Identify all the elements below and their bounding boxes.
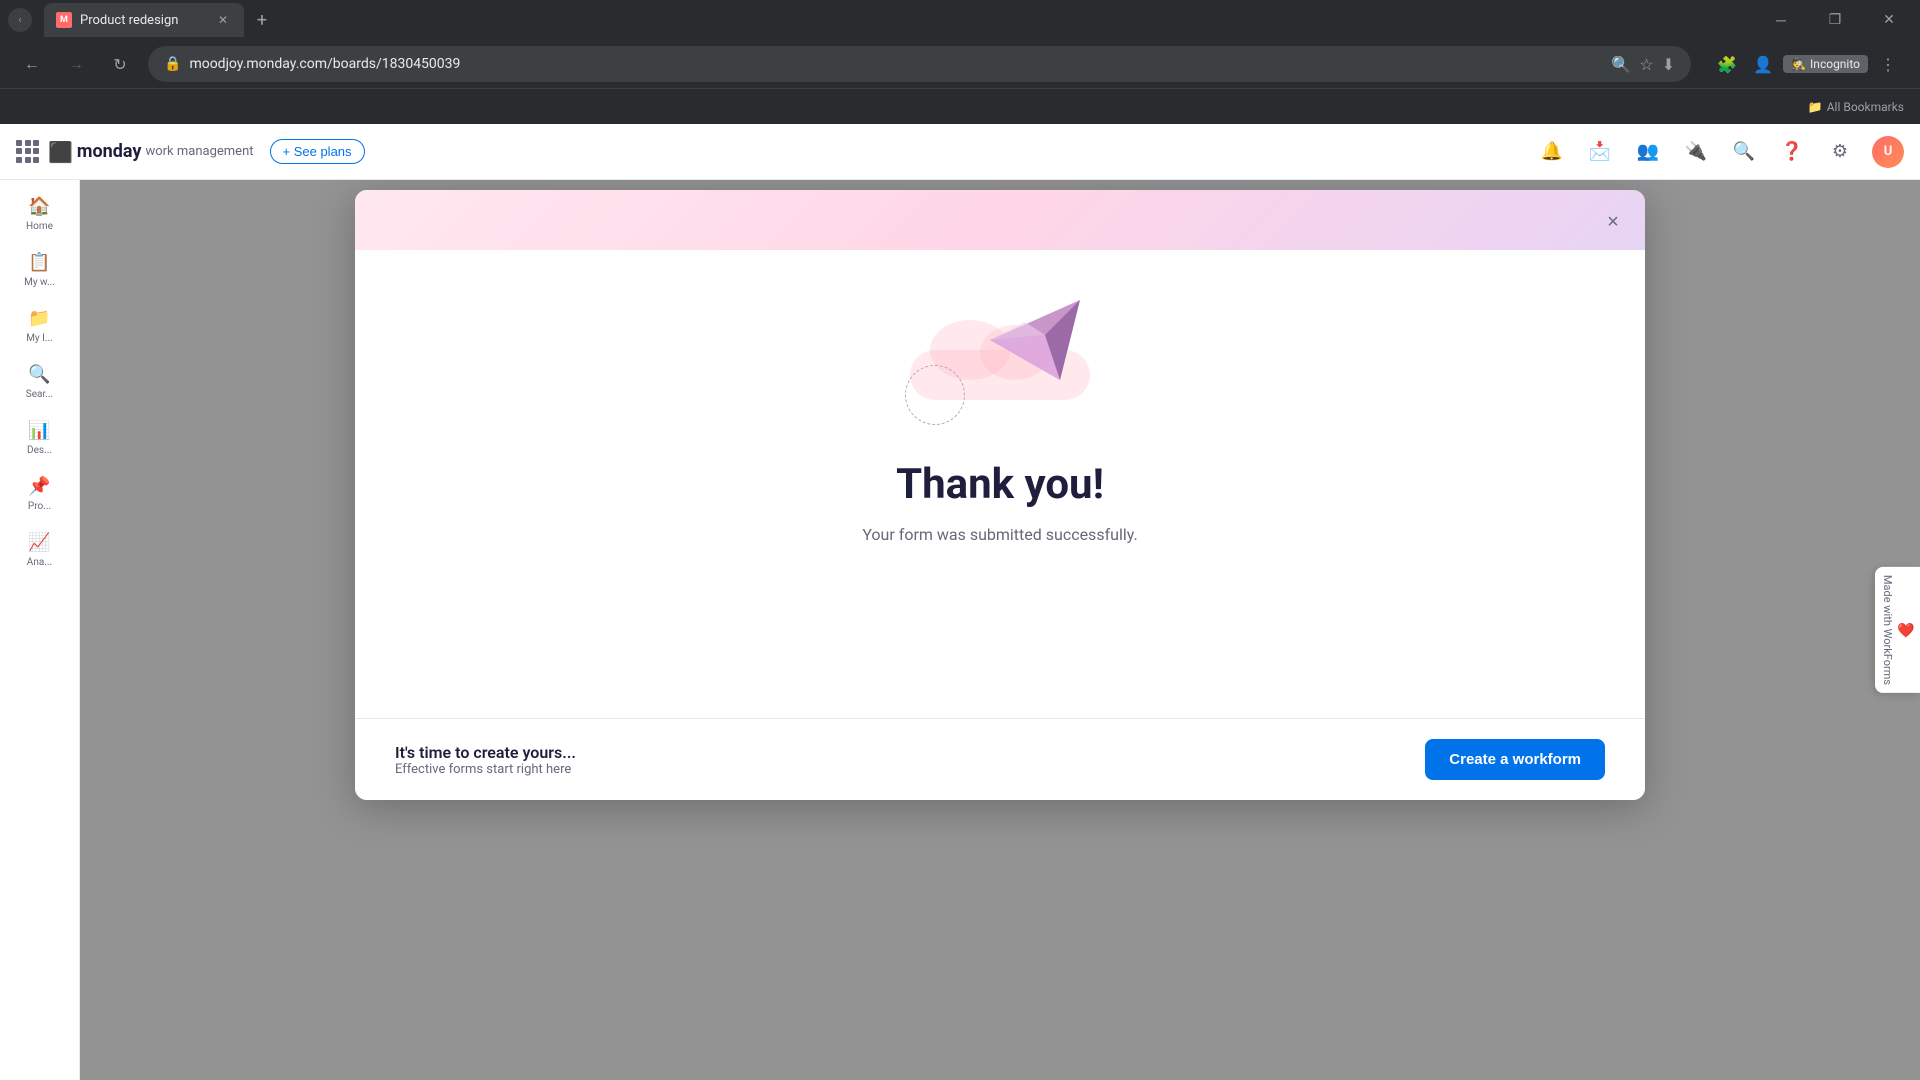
bookmarks-bar: 📁 All Bookmarks <box>0 88 1920 124</box>
active-tab[interactable]: M Product redesign ✕ <box>44 3 244 37</box>
back-button[interactable]: ← <box>16 48 48 80</box>
sidebar-item-home[interactable]: 🏠 Home <box>4 188 75 240</box>
modal-overlay: × <box>80 180 1920 1080</box>
search-button[interactable]: 🔍 <box>1728 136 1760 168</box>
sidebar-item-myitems-label: My I... <box>26 333 53 344</box>
close-button[interactable]: ✕ <box>1866 0 1912 40</box>
home-icon: 🏠 <box>28 196 50 217</box>
download-icon[interactable]: ⬇ <box>1662 55 1675 74</box>
new-tab-button[interactable]: + <box>248 6 276 34</box>
tab-favicon: M <box>56 12 72 28</box>
tab-close-button[interactable]: ✕ <box>214 11 232 29</box>
notifications-button[interactable]: 🔔 <box>1536 136 1568 168</box>
project-icon: 📌 <box>28 476 50 497</box>
see-plans-button[interactable]: + See plans <box>270 139 365 164</box>
cta-subtext: Effective forms start right here <box>395 762 576 777</box>
minimize-button[interactable]: ─ <box>1758 0 1804 40</box>
submitted-text: Your form was submitted successfully. <box>862 525 1137 544</box>
search-nav-icon: 🔍 <box>28 364 50 385</box>
extensions-button[interactable]: 🧩 <box>1711 48 1743 80</box>
cta-heading: It's time to create yours... <box>395 743 576 762</box>
address-bar: ← → ↻ 🔒 moodjoy.monday.com/boards/183045… <box>0 40 1920 88</box>
url-icons: 🔍 ☆ ⬇ <box>1611 55 1675 74</box>
monday-topbar: ⬛ monday work management + See plans 🔔 📩… <box>0 124 1920 180</box>
mywork-icon: 📋 <box>28 252 50 273</box>
tab-title: Product redesign <box>80 13 178 28</box>
sidebar: 🏠 Home 📋 My w... 📁 My I... 🔍 Sear... 📊 D… <box>0 180 80 1080</box>
bookmarks-folder-icon: 📁 <box>1808 100 1823 114</box>
monday-subtype: work management <box>145 144 253 159</box>
sidebar-item-mywork-label: My w... <box>24 277 55 288</box>
modal-close-button[interactable]: × <box>1597 206 1629 238</box>
paper-plane-svg <box>980 280 1100 400</box>
sidebar-item-home-label: Home <box>26 221 53 232</box>
browser-actions: 🧩 👤 🕵 Incognito ⋮ <box>1711 48 1904 80</box>
sidebar-item-analytics[interactable]: 📈 Ana... <box>4 524 75 576</box>
main-layout: 🏠 Home 📋 My w... 📁 My I... 🔍 Sear... 📊 D… <box>0 180 1920 1080</box>
sidebar-item-mywork[interactable]: 📋 My w... <box>4 244 75 296</box>
workforms-badge-label: Made with WorkForms <box>1881 575 1894 685</box>
apps-icon[interactable] <box>16 140 40 164</box>
prev-tab-button[interactable]: ‹ <box>8 8 32 32</box>
modal: × <box>355 190 1645 800</box>
workforms-badge: ❤️ Made with WorkForms <box>1875 567 1920 693</box>
sidebar-item-project[interactable]: 📌 Pro... <box>4 468 75 520</box>
sidebar-item-search-label: Sear... <box>26 389 53 400</box>
modal-top-banner <box>355 190 1645 250</box>
close-icon: × <box>1607 211 1619 234</box>
forward-button[interactable]: → <box>60 48 92 80</box>
bookmarks-label: All Bookmarks <box>1827 100 1904 114</box>
monday-wordmark: monday <box>77 141 142 162</box>
monday-icon: ⬛ <box>48 140 73 164</box>
tab-bar: ‹ M Product redesign ✕ + ─ ❐ ✕ <box>0 0 1920 40</box>
browser-chrome: ‹ M Product redesign ✕ + ─ ❐ ✕ ← → ↻ 🔒 m… <box>0 0 1920 124</box>
sidebar-item-myitems[interactable]: 📁 My I... <box>4 300 75 352</box>
refresh-button[interactable]: ↻ <box>104 48 136 80</box>
sidebar-item-design-label: Des... <box>27 445 52 456</box>
people-button[interactable]: 👥 <box>1632 136 1664 168</box>
sidebar-item-project-label: Pro... <box>28 501 51 512</box>
topbar-right: 🔔 📩 👥 🔌 🔍 ❓ ⚙ U <box>1536 136 1904 168</box>
monday-logo-area: ⬛ monday work management <box>16 140 254 164</box>
monday-logo: ⬛ monday work management <box>48 140 254 164</box>
integrations-button[interactable]: 🔌 <box>1680 136 1712 168</box>
help-button[interactable]: ❓ <box>1776 136 1808 168</box>
thank-you-heading: Thank you! <box>896 460 1104 509</box>
url-text: moodjoy.monday.com/boards/1830450039 <box>189 56 1603 72</box>
page-content: × <box>80 180 1920 1080</box>
settings-button[interactable]: ⚙ <box>1824 136 1856 168</box>
incognito-badge: 🕵 Incognito <box>1783 55 1868 73</box>
dotted-circle-decoration <box>905 365 965 425</box>
cta-area: It's time to create yours... Effective f… <box>355 718 1645 800</box>
myitems-icon: 📁 <box>28 308 50 329</box>
avatar[interactable]: U <box>1872 136 1904 168</box>
app-content: ⬛ monday work management + See plans 🔔 📩… <box>0 124 1920 1080</box>
cta-text-area: It's time to create yours... Effective f… <box>395 743 576 777</box>
search-icon: 🔍 <box>1611 55 1631 74</box>
window-controls: ─ ❐ ✕ <box>1758 0 1912 40</box>
paper-plane-svg-wrapper <box>980 280 1100 404</box>
inbox-button[interactable]: 📩 <box>1584 136 1616 168</box>
paper-plane-illustration <box>880 280 1120 430</box>
sidebar-item-search[interactable]: 🔍 Sear... <box>4 356 75 408</box>
sidebar-item-design[interactable]: 📊 Des... <box>4 412 75 464</box>
url-bar[interactable]: 🔒 moodjoy.monday.com/boards/1830450039 🔍… <box>148 46 1691 82</box>
menu-button[interactable]: ⋮ <box>1872 48 1904 80</box>
analytics-icon: 📈 <box>28 532 50 553</box>
sidebar-item-analytics-label: Ana... <box>27 557 52 568</box>
profile-button[interactable]: 👤 <box>1747 48 1779 80</box>
create-workform-button[interactable]: Create a workform <box>1425 739 1605 780</box>
star-icon[interactable]: ☆ <box>1639 55 1653 74</box>
tab-nav-buttons: ‹ <box>8 8 32 32</box>
maximize-button[interactable]: ❐ <box>1812 0 1858 40</box>
design-icon: 📊 <box>28 420 50 441</box>
